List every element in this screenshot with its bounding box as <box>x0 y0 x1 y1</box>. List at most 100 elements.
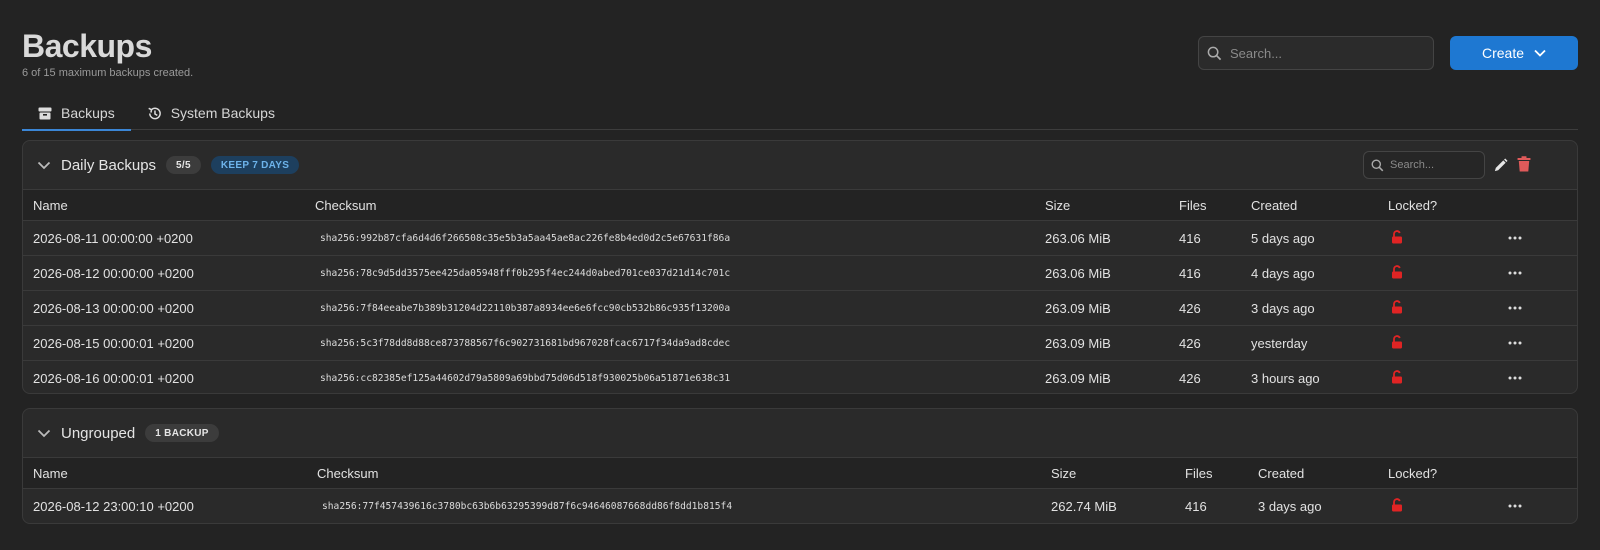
backup-created: 3 days ago <box>1258 498 1322 514</box>
backup-files: 416 <box>1185 498 1207 514</box>
backup-created: 4 days ago <box>1251 265 1315 281</box>
count-badge: 5/5 <box>166 156 201 174</box>
backup-name: 2026-08-15 00:00:01 +0200 <box>33 335 194 351</box>
search-icon <box>1371 159 1384 171</box>
page-header: Backups 6 of 15 maximum backups created. <box>22 28 193 79</box>
column-files: Files <box>1179 197 1207 213</box>
pencil-icon <box>1494 157 1508 171</box>
tab-backups[interactable]: Backups <box>22 96 131 131</box>
group-title: Ungrouped <box>61 424 136 442</box>
group-header: Daily Backups 5/5 KEEP 7 DAYS <box>23 141 1577 189</box>
backup-checksum: sha256:992b87cfa6d4d6f266508c35e5b3a5aa4… <box>320 232 731 244</box>
row-menu-button[interactable] <box>1507 233 1523 243</box>
more-icon <box>1508 306 1522 310</box>
group-header: Ungrouped 1 BACKUP <box>23 409 1577 457</box>
backup-name: 2026-08-16 00:00:01 +0200 <box>33 370 194 386</box>
row-menu-button[interactable] <box>1507 303 1523 313</box>
column-checksum: Checksum <box>315 197 377 213</box>
chevron-down-icon[interactable] <box>37 161 51 170</box>
table-row[interactable]: 2026-08-16 00:00:01 +0200 sha256:cc82385… <box>23 360 1577 393</box>
group-search[interactable] <box>1363 151 1485 179</box>
group-search-input[interactable] <box>1390 159 1480 171</box>
backup-group-ungrouped: Ungrouped 1 BACKUP Name Checksum Size Fi… <box>22 408 1578 524</box>
row-menu-button[interactable] <box>1507 373 1523 383</box>
page-subtitle: 6 of 15 maximum backups created. <box>22 67 194 79</box>
delete-group-button[interactable] <box>1515 155 1533 173</box>
page-title: Backups <box>22 28 152 64</box>
column-checksum: Checksum <box>317 465 379 481</box>
column-locked: Locked? <box>1388 197 1438 213</box>
backup-size: 262.74 MiB <box>1051 498 1117 514</box>
archive-icon <box>38 107 52 119</box>
table-row[interactable]: 2026-08-12 00:00:00 +0200 sha256:78c9d5d… <box>23 255 1577 290</box>
more-icon <box>1508 504 1522 508</box>
backup-name: 2026-08-11 00:00:00 +0200 <box>33 230 193 246</box>
backup-group-daily: Daily Backups 5/5 KEEP 7 DAYS Name Check… <box>22 140 1578 394</box>
backup-files: 426 <box>1179 300 1201 316</box>
tab-system-backups[interactable]: System Backups <box>131 96 291 130</box>
trash-icon <box>1517 156 1531 172</box>
backup-checksum: sha256:78c9d5dd3575ee425da05948fff0b295f… <box>320 267 731 279</box>
backup-files: 426 <box>1179 370 1201 386</box>
backup-name: 2026-08-12 23:00:10 +0200 <box>33 498 194 514</box>
unlock-icon[interactable] <box>1391 264 1403 282</box>
create-button[interactable]: Create <box>1450 36 1578 70</box>
unlock-icon[interactable] <box>1391 497 1403 515</box>
table-row[interactable]: 2026-08-13 00:00:00 +0200 sha256:7f84eea… <box>23 290 1577 325</box>
row-menu-button[interactable] <box>1507 501 1523 511</box>
table-header: Name Checksum Size Files Created Locked? <box>23 189 1577 220</box>
more-icon <box>1508 341 1522 345</box>
column-name: Name <box>33 465 68 481</box>
row-menu-button[interactable] <box>1507 338 1523 348</box>
unlock-icon[interactable] <box>1391 369 1403 387</box>
backup-name: 2026-08-13 00:00:00 +0200 <box>33 300 194 316</box>
backup-files: 426 <box>1179 335 1201 351</box>
top-search[interactable] <box>1198 36 1434 70</box>
backup-size: 263.06 MiB <box>1045 230 1111 246</box>
count-badge: 1 BACKUP <box>145 424 219 442</box>
column-files: Files <box>1185 465 1213 481</box>
backup-name: 2026-08-12 00:00:00 +0200 <box>33 265 194 281</box>
column-created: Created <box>1251 197 1298 213</box>
table-row[interactable]: 2026-08-12 23:00:10 +0200 sha256:77f4574… <box>23 488 1577 523</box>
unlock-icon[interactable] <box>1391 334 1403 352</box>
column-size: Size <box>1045 197 1071 213</box>
column-name: Name <box>33 197 68 213</box>
tab-bar: Backups System Backups <box>22 96 1578 131</box>
history-icon <box>148 107 161 119</box>
tab-backups-label: Backups <box>61 105 115 121</box>
backup-files: 416 <box>1179 265 1201 281</box>
column-size: Size <box>1051 465 1077 481</box>
backup-checksum: sha256:5c3f78dd8d88ce873788567f6c9027316… <box>320 337 731 349</box>
backup-size: 263.09 MiB <box>1045 300 1111 316</box>
table-header: Name Checksum Size Files Created Locked? <box>23 457 1577 488</box>
backup-size: 263.09 MiB <box>1045 335 1111 351</box>
chevron-down-icon[interactable] <box>37 429 51 438</box>
backup-files: 416 <box>1179 230 1201 246</box>
search-input[interactable] <box>1230 45 1420 61</box>
backup-checksum: sha256:cc82385ef125a44602d79a5809a69bbd7… <box>320 372 731 384</box>
unlock-icon[interactable] <box>1391 229 1403 247</box>
backup-created: yesterday <box>1251 335 1308 351</box>
backup-created: 3 days ago <box>1251 300 1315 316</box>
more-icon <box>1508 271 1522 275</box>
group-title: Daily Backups <box>61 156 157 174</box>
retention-badge: KEEP 7 DAYS <box>210 156 300 174</box>
more-icon <box>1508 236 1522 240</box>
unlock-icon[interactable] <box>1391 299 1403 317</box>
chevron-down-icon <box>1534 49 1546 57</box>
more-icon <box>1508 376 1522 380</box>
table-row[interactable]: 2026-08-11 00:00:00 +0200 sha256:992b87c… <box>23 220 1577 255</box>
backup-created: 5 days ago <box>1251 230 1315 246</box>
edit-group-button[interactable] <box>1491 156 1509 174</box>
backup-checksum: sha256:77f457439616c3780bc63b6b63295399d… <box>322 500 733 512</box>
table-row[interactable]: 2026-08-15 00:00:01 +0200 sha256:5c3f78d… <box>23 325 1577 360</box>
row-menu-button[interactable] <box>1507 268 1523 278</box>
backup-checksum: sha256:7f84eeabe7b389b31204d22110b387a89… <box>320 302 731 314</box>
tab-system-backups-label: System Backups <box>170 105 275 121</box>
backup-size: 263.06 MiB <box>1045 265 1111 281</box>
backup-created: 3 hours ago <box>1251 370 1320 386</box>
create-button-label: Create <box>1481 45 1525 61</box>
column-locked: Locked? <box>1388 465 1438 481</box>
column-created: Created <box>1258 465 1305 481</box>
